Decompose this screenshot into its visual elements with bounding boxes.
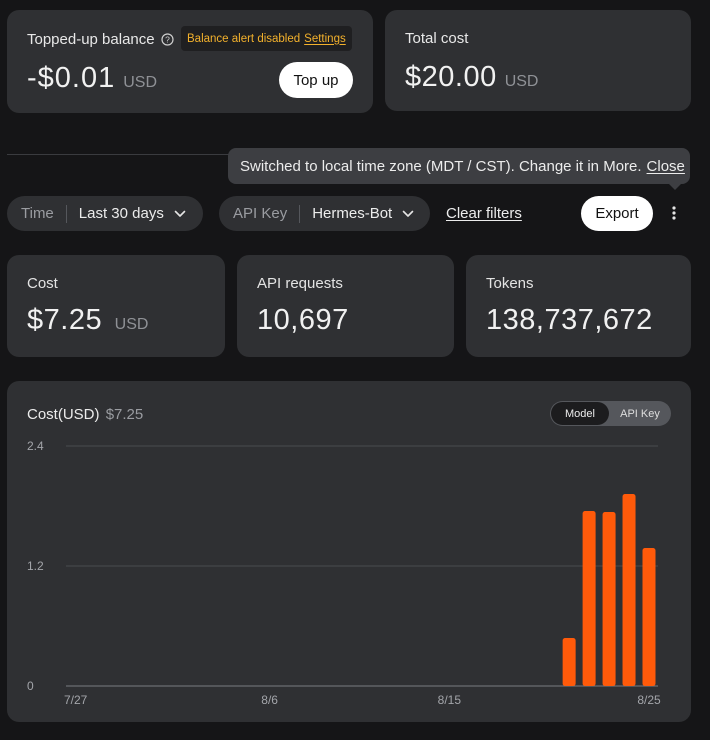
help-icon[interactable]: ?: [161, 33, 174, 46]
timezone-tooltip-text: Switched to local time zone (MDT / CST).…: [240, 157, 642, 175]
tokens-stat-value: 138,737,672: [486, 304, 653, 336]
tooltip-arrow: [668, 183, 682, 190]
timezone-tooltip: Switched to local time zone (MDT / CST).…: [228, 148, 690, 184]
chart-title: Cost(USD): [27, 406, 100, 423]
balance-title: Topped-up balance: [27, 31, 155, 48]
balance-value: -$0.01: [27, 62, 116, 94]
chevron-down-icon: [402, 205, 414, 222]
time-filter[interactable]: Time Last 30 days: [7, 196, 203, 231]
cost-stat-label: Cost: [27, 275, 58, 292]
export-button[interactable]: Export: [581, 196, 653, 231]
total-cost-title: Total cost: [405, 30, 469, 47]
total-cost-value: $20.00: [405, 61, 497, 93]
total-cost-unit: USD: [504, 73, 539, 90]
timezone-tooltip-close[interactable]: Close: [647, 158, 685, 175]
balance-alert-badge: Balance alert disabled Settings: [181, 26, 352, 51]
api-requests-stat-value: 10,697: [257, 304, 349, 336]
api-requests-stat-card: API requests 10,697: [237, 255, 454, 357]
api-requests-stat-label: API requests: [257, 275, 343, 292]
cost-chart-card: Cost(USD) $7.25 Model API Key: [7, 381, 691, 722]
balance-alert-settings-link[interactable]: Settings: [304, 33, 346, 45]
chart-group-toggle: Model API Key: [550, 401, 671, 426]
time-filter-separator: [65, 204, 67, 223]
toggle-api-key-button[interactable]: API Key: [610, 402, 670, 425]
cost-stat-unit: USD: [114, 316, 149, 333]
cost-stat-card: Cost $7.25 USD: [7, 255, 225, 357]
balance-unit: USD: [123, 74, 158, 91]
tokens-stat-label: Tokens: [486, 275, 534, 292]
api-key-filter-value: Hermes-Bot: [312, 205, 393, 222]
clear-filters-link[interactable]: Clear filters: [446, 205, 522, 222]
svg-text:?: ?: [165, 35, 170, 45]
more-options-icon[interactable]: [664, 203, 684, 223]
tokens-stat-card: Tokens 138,737,672: [466, 255, 691, 357]
time-filter-value: Last 30 days: [78, 205, 164, 222]
cost-stat-value-row: $7.25 USD: [27, 304, 148, 337]
api-key-filter[interactable]: API Key Hermes-Bot: [219, 196, 430, 231]
time-filter-label: Time: [21, 205, 54, 222]
chart-total: $7.25: [105, 406, 144, 423]
api-key-filter-label: API Key: [233, 205, 288, 222]
cost-stat-value: $7.25: [27, 304, 103, 336]
balance-card: Topped-up balance ? Balance alert disabl…: [7, 10, 373, 113]
api-key-filter-separator: [299, 204, 301, 223]
toggle-model-button[interactable]: Model: [551, 402, 609, 425]
top-up-button[interactable]: Top up: [279, 62, 353, 98]
balance-alert-text: Balance alert disabled: [187, 32, 301, 45]
total-cost-card: Total cost $20.00 USD: [385, 10, 691, 111]
chevron-down-icon: [174, 205, 186, 222]
